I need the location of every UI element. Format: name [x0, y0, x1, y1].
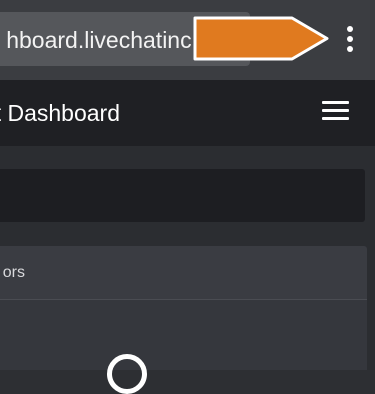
more-vertical-icon[interactable] [341, 26, 361, 52]
hamburger-line [322, 117, 349, 120]
annotation-arrow-icon [193, 16, 329, 61]
card-body [0, 300, 367, 370]
top-panel [0, 169, 365, 222]
menu-dot [347, 46, 353, 52]
menu-dot [347, 36, 353, 42]
menu-dot [347, 26, 353, 32]
app-header: t Dashboard [0, 80, 375, 146]
page-title: t Dashboard [0, 100, 120, 126]
hamburger-line [322, 101, 349, 104]
hamburger-line [322, 109, 349, 112]
card-header: ors [0, 246, 367, 300]
url-text[interactable]: hboard.livechatinc. [6, 27, 198, 53]
card-title: ors [2, 264, 25, 281]
hamburger-icon[interactable] [322, 101, 350, 123]
loading-ring-icon [107, 354, 147, 394]
dashboard-card: ors [0, 246, 367, 370]
